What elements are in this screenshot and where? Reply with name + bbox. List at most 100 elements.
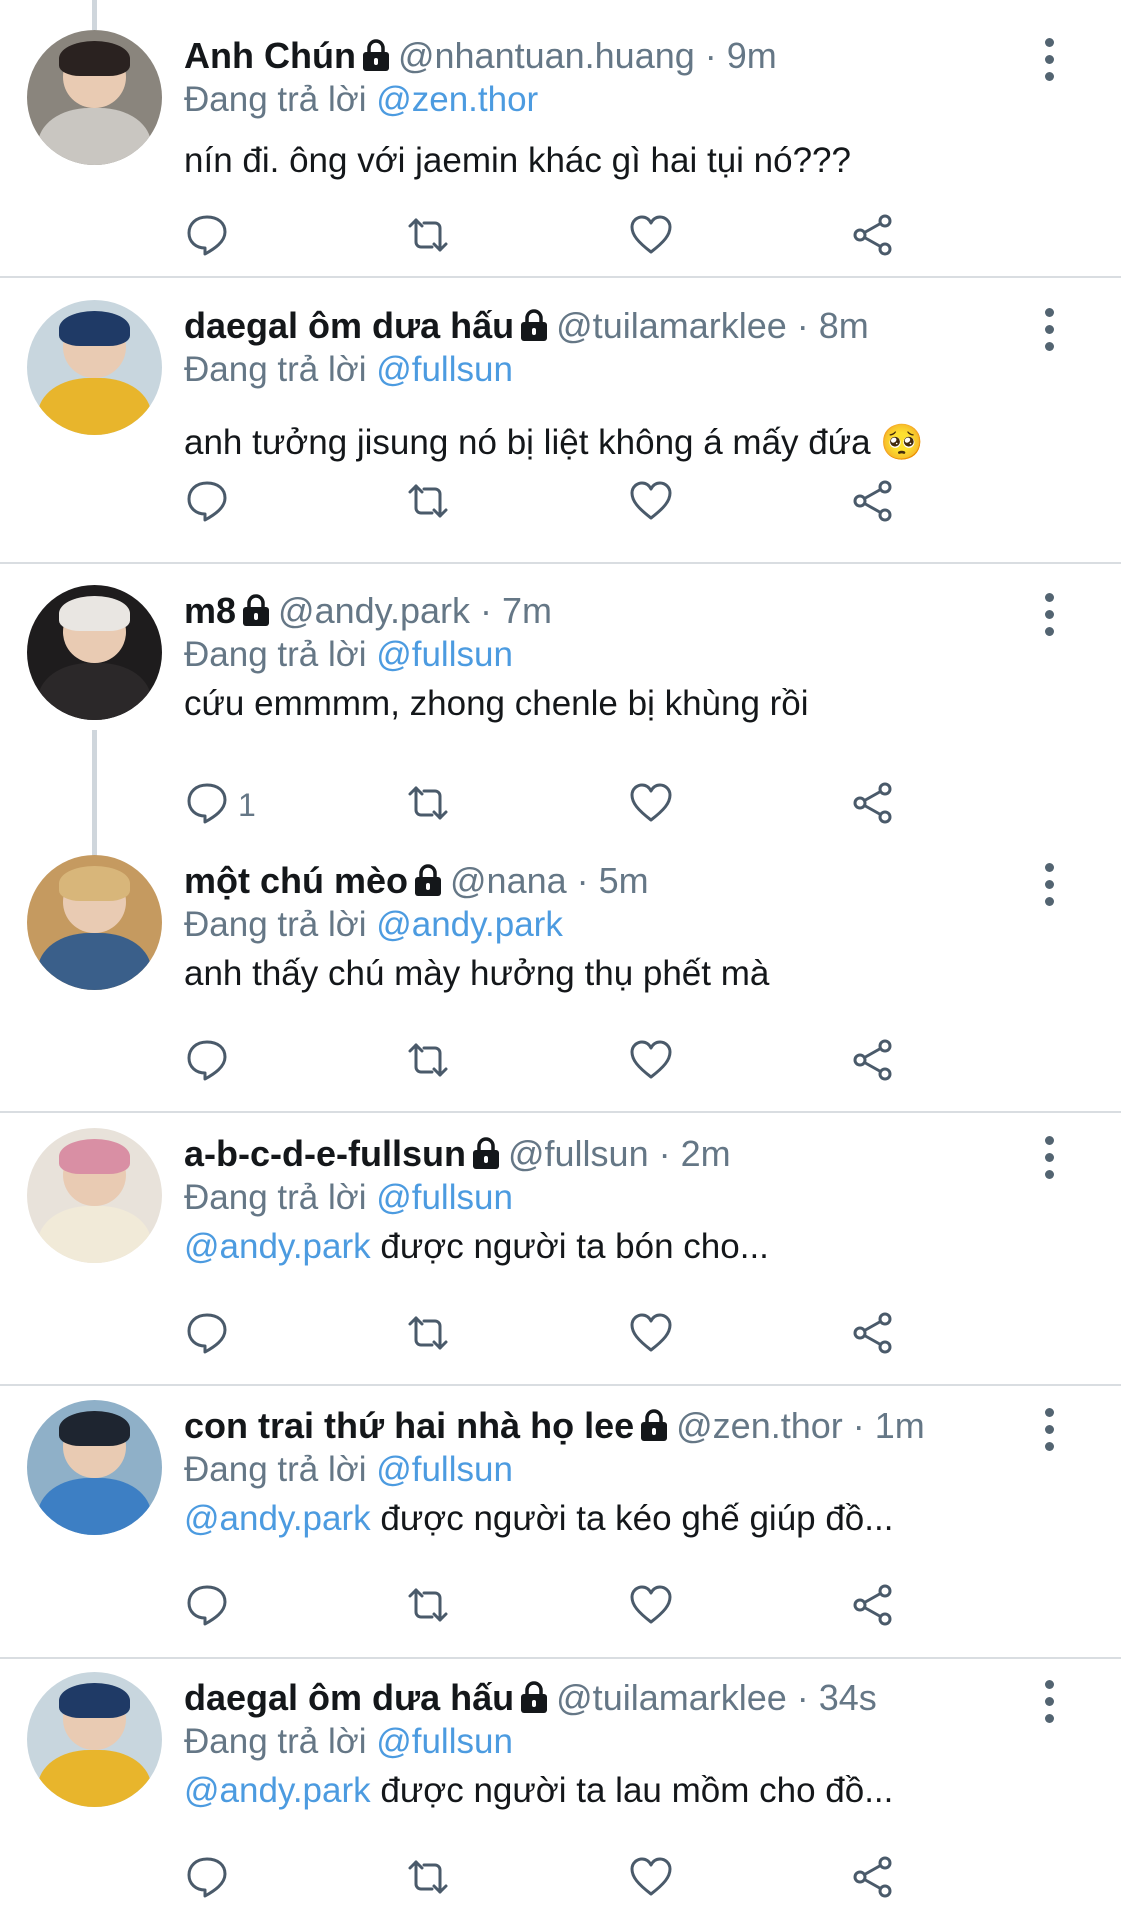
avatar[interactable] [27, 1672, 162, 1807]
share-button[interactable] [850, 1037, 896, 1087]
reply-tweet[interactable]: daegal ôm dưa hấu @tuilamarklee · 34s Đang… [0, 1642, 1121, 1914]
more-options-icon[interactable] [1040, 863, 1060, 907]
lock-icon [518, 1678, 550, 1713]
replying-mention[interactable]: @fullsun [376, 635, 513, 674]
like-button[interactable] [628, 212, 674, 262]
timestamp[interactable]: 1m [875, 1405, 925, 1446]
retweet-button[interactable] [405, 780, 451, 830]
display-name[interactable]: a-b-c-d-e-fullsun [184, 1133, 466, 1174]
share-button[interactable] [850, 780, 896, 830]
tweet-body: anh tưởng jisung nó bị liệt không á mấy … [184, 423, 924, 462]
reply-icon [184, 1582, 230, 1633]
retweet-button[interactable] [405, 1854, 451, 1904]
separator-dot: · [566, 860, 599, 901]
reply-button[interactable] [184, 1037, 230, 1087]
share-button[interactable] [850, 478, 896, 528]
display-name[interactable]: Anh Chún [184, 35, 356, 76]
avatar[interactable] [27, 855, 162, 990]
share-button[interactable] [850, 212, 896, 262]
text-mention[interactable]: @andy.park [184, 1771, 371, 1810]
avatar-body [37, 933, 152, 990]
avatar-body [37, 108, 152, 165]
replying-mention[interactable]: @fullsun [376, 350, 513, 389]
retweet-button[interactable] [405, 478, 451, 528]
text-mention[interactable]: @andy.park [184, 1499, 371, 1538]
reply-button[interactable] [184, 1854, 230, 1904]
reply-tweet[interactable]: daegal ôm dưa hấu @tuilamarklee · 8m Đang … [0, 270, 1121, 542]
action-bar [0, 1037, 1121, 1087]
divider [0, 276, 1121, 278]
more-options-icon[interactable] [1040, 1680, 1060, 1724]
reply-tweet[interactable]: con trai thứ hai nhà họ lee @zen.thor · 1… [0, 1370, 1121, 1642]
avatar[interactable] [27, 1128, 162, 1263]
tweet-text: @andy.park được người ta kéo ghế giúp đồ… [184, 1496, 893, 1542]
avatar[interactable] [27, 585, 162, 720]
tweet-header: daegal ôm dưa hấu @tuilamarklee · 8m [184, 302, 869, 350]
replying-mention[interactable]: @fullsun [376, 1450, 513, 1489]
timestamp[interactable]: 5m [599, 860, 649, 901]
timestamp[interactable]: 34s [819, 1677, 877, 1718]
reply-tweet[interactable]: Anh Chún @nhantuan.huang · 9m Đang trả lời… [0, 0, 1121, 272]
avatar-body [37, 1750, 152, 1807]
reply-button[interactable] [184, 1310, 230, 1360]
timestamp[interactable]: 7m [502, 590, 552, 631]
tweet-header: con trai thứ hai nhà họ lee @zen.thor · 1… [184, 1402, 925, 1450]
share-button[interactable] [850, 1854, 896, 1904]
reply-button[interactable] [184, 478, 230, 528]
avatar[interactable] [27, 1400, 162, 1535]
replying-mention[interactable]: @fullsun [376, 1178, 513, 1217]
like-button[interactable] [628, 478, 674, 528]
display-name[interactable]: m8 [184, 590, 236, 631]
reply-button[interactable] [184, 212, 230, 262]
display-name[interactable]: daegal ôm dưa hấu [184, 305, 514, 346]
like-button[interactable] [628, 1582, 674, 1632]
more-options-icon[interactable] [1040, 1408, 1060, 1452]
share-icon [850, 1037, 896, 1088]
replying-mention[interactable]: @fullsun [376, 1722, 513, 1761]
reply-tweet[interactable]: a-b-c-d-e-fullsun @fullsun · 2m Đang trả l… [0, 1098, 1121, 1370]
reply-tweet[interactable]: m8 @andy.park · 7m Đang trả lời @fullsun cứ… [0, 555, 1121, 827]
retweet-button[interactable] [405, 1037, 451, 1087]
reply-button[interactable]: 1 [184, 780, 256, 830]
like-button[interactable] [628, 780, 674, 830]
user-handle[interactable]: @andy.park [278, 590, 470, 631]
avatar[interactable] [27, 30, 162, 165]
avatar[interactable] [27, 300, 162, 435]
retweet-icon [405, 1854, 451, 1905]
text-mention[interactable]: @andy.park [184, 1227, 371, 1266]
user-handle[interactable]: @fullsun [508, 1133, 649, 1174]
share-button[interactable] [850, 1310, 896, 1360]
avatar-hair [59, 865, 130, 901]
retweet-button[interactable] [405, 1310, 451, 1360]
user-handle[interactable]: @tuilamarklee [556, 305, 787, 346]
share-icon [850, 1854, 896, 1905]
display-name[interactable]: một chú mèo [184, 860, 408, 901]
more-options-icon[interactable] [1040, 38, 1060, 82]
user-handle[interactable]: @nhantuan.huang [398, 35, 695, 76]
reply-button[interactable] [184, 1582, 230, 1632]
like-button[interactable] [628, 1037, 674, 1087]
avatar-hair [59, 1138, 130, 1174]
share-button[interactable] [850, 1582, 896, 1632]
retweet-button[interactable] [405, 1582, 451, 1632]
more-options-icon[interactable] [1040, 593, 1060, 637]
like-button[interactable] [628, 1310, 674, 1360]
replying-mention[interactable]: @andy.park [376, 905, 563, 944]
timestamp[interactable]: 8m [819, 305, 869, 346]
user-handle[interactable]: @tuilamarklee [556, 1677, 787, 1718]
tweet-body: được người ta bón cho... [380, 1227, 769, 1266]
reply-icon [184, 1037, 230, 1088]
user-handle[interactable]: @nana [450, 860, 567, 901]
reply-tweet[interactable]: một chú mèo @nana · 5m Đang trả lời @andy.… [0, 825, 1121, 1097]
timestamp[interactable]: 9m [727, 35, 777, 76]
replying-mention[interactable]: @zen.thor [376, 80, 538, 119]
replying-to: Đang trả lời @fullsun [184, 1448, 513, 1492]
display-name[interactable]: con trai thứ hai nhà họ lee [184, 1405, 634, 1446]
display-name[interactable]: daegal ôm dưa hấu [184, 1677, 514, 1718]
more-options-icon[interactable] [1040, 1136, 1060, 1180]
timestamp[interactable]: 2m [681, 1133, 731, 1174]
user-handle[interactable]: @zen.thor [676, 1405, 843, 1446]
like-button[interactable] [628, 1854, 674, 1904]
retweet-button[interactable] [405, 212, 451, 262]
more-options-icon[interactable] [1040, 308, 1060, 352]
